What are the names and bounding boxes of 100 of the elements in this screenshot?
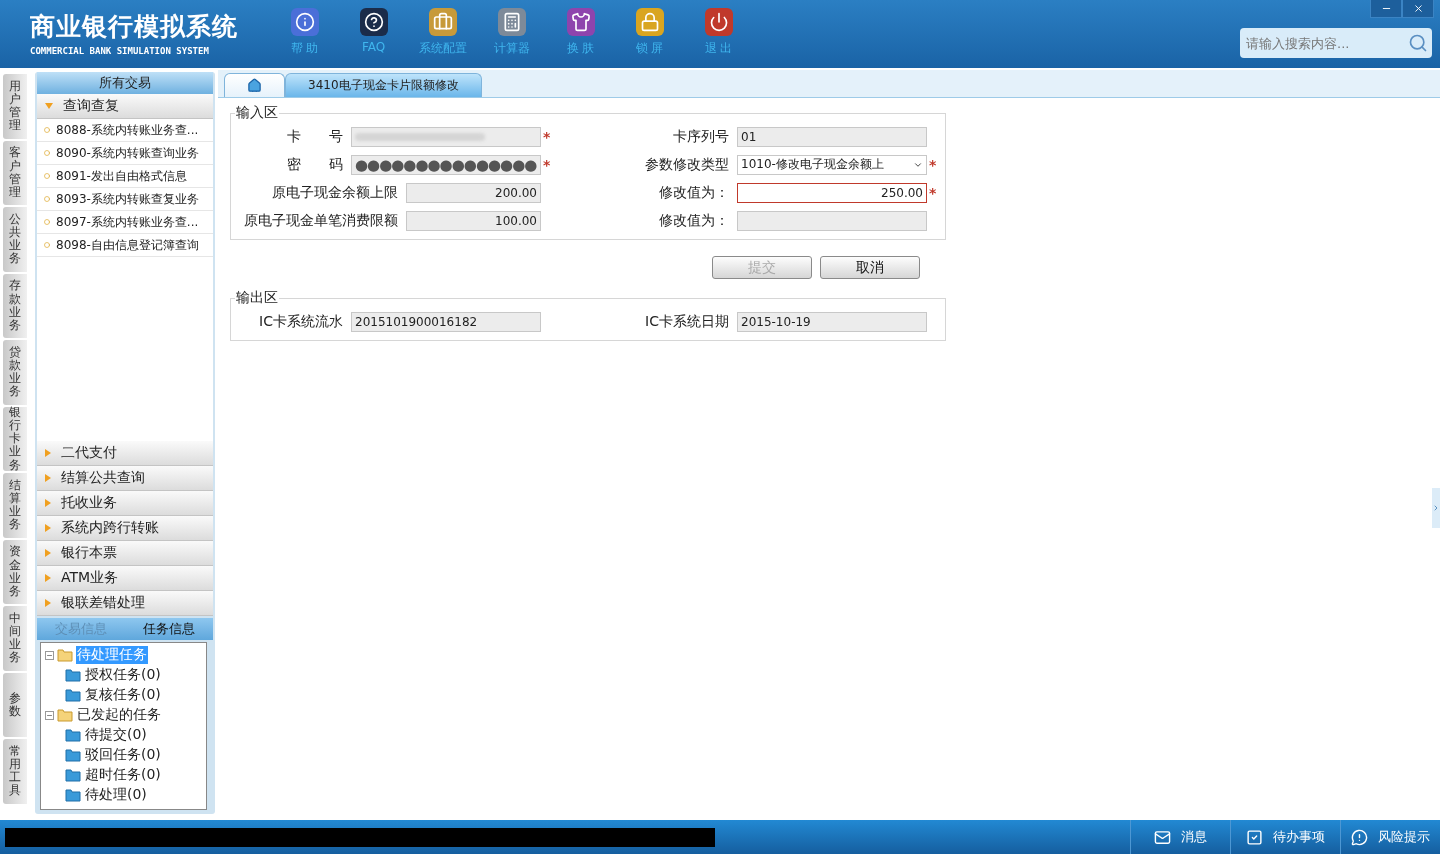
field-value: 2015-10-19 — [741, 314, 811, 329]
tree-item[interactable]: 待提交(0) — [84, 726, 148, 744]
input-field[interactable] — [351, 126, 541, 147]
field-label: 修改值为： — [658, 183, 730, 202]
menu-group[interactable]: 二代支付 — [37, 441, 213, 466]
page-tab[interactable]: 3410电子现金卡片限额修改 — [285, 73, 482, 97]
side-tab[interactable]: 常用工具 — [3, 739, 27, 804]
folder-icon — [65, 768, 81, 782]
form-button[interactable]: 取消 — [820, 256, 920, 279]
bullet-icon — [44, 196, 50, 202]
folder-icon — [65, 688, 81, 702]
side-tab[interactable]: 中间业务 — [3, 606, 27, 671]
field-label: IC卡系统日期 — [644, 312, 730, 331]
tree-item[interactable]: 超时任务(0) — [84, 766, 162, 784]
side-tab[interactable]: 银行卡业务 — [3, 406, 27, 471]
menu-group[interactable]: 查询查复 — [37, 94, 213, 119]
menu-item[interactable]: 8091-发出自由格式信息 — [37, 165, 213, 188]
menu-item[interactable]: 8097-系统内转账业务查... — [37, 211, 213, 234]
tree-item[interactable]: 待处理(0) — [84, 786, 148, 804]
faq-icon[interactable] — [359, 8, 388, 36]
section-title: 输出区 — [235, 289, 279, 307]
bullet-icon — [44, 219, 50, 225]
tree-folder[interactable]: 已发起的任务 — [76, 706, 162, 724]
bullet-icon — [44, 150, 50, 156]
config-icon[interactable] — [428, 8, 457, 36]
calculator-icon[interactable] — [497, 8, 526, 36]
caret-icon — [45, 574, 51, 582]
side-tab[interactable]: 资金业务 — [3, 539, 27, 604]
caret-icon — [45, 524, 51, 532]
field-label: 卡序列号 — [672, 127, 730, 146]
app-subtitle: COMMERCIAL BANK SIMULATION SYSTEM — [30, 46, 210, 56]
menu-group[interactable]: 系统内跨行转账 — [37, 516, 213, 541]
exit-icon[interactable] — [704, 8, 733, 36]
side-tab[interactable]: 参数 — [3, 672, 27, 737]
menu-item[interactable]: 8093-系统内转账查复业务 — [37, 188, 213, 211]
field-value: 100.00 — [495, 213, 537, 228]
menu-group[interactable]: 银行本票 — [37, 541, 213, 566]
required-mark: * — [542, 156, 552, 173]
side-tab[interactable]: 贷款业务 — [3, 340, 27, 405]
skin-icon[interactable] — [566, 8, 595, 36]
bullet-icon — [44, 173, 50, 179]
menu-item[interactable]: 8090-系统内转账查询业务 — [37, 142, 213, 165]
expand-handle[interactable] — [1432, 488, 1440, 528]
folder-icon — [57, 648, 73, 662]
folder-icon — [57, 708, 73, 722]
input-field[interactable]: 250.00 — [737, 182, 927, 203]
menu-group[interactable]: 托收业务 — [37, 491, 213, 516]
input-field[interactable]: 01 — [737, 126, 927, 147]
field-label: 卡 号 — [286, 127, 344, 146]
field-label: 参数修改类型 — [644, 155, 730, 174]
search-input[interactable]: 请输入搜索内容... — [1244, 34, 1408, 52]
menu-group[interactable]: 银联差错处理 — [37, 591, 213, 616]
tree-item[interactable]: 复核任务(0) — [84, 686, 162, 704]
home-tab[interactable] — [224, 73, 285, 97]
close-icon — [1412, 3, 1424, 14]
help-icon[interactable] — [290, 8, 319, 36]
side-tab[interactable]: 结算业务 — [3, 473, 27, 538]
message-icon — [1154, 828, 1171, 846]
input-field[interactable]: 200.00 — [406, 182, 541, 203]
field-value: 2015101900016182 — [355, 314, 478, 329]
field-value: 250.00 — [881, 185, 923, 200]
required-mark: * — [928, 184, 938, 201]
caret-icon — [45, 103, 53, 109]
collapse-icon[interactable] — [45, 650, 54, 660]
panel-tab[interactable]: 任务信息 — [125, 618, 213, 640]
caret-icon — [45, 499, 51, 507]
home-icon — [247, 78, 262, 93]
side-tab[interactable]: 客户管理 — [3, 140, 27, 205]
side-tab[interactable]: 公共业务 — [3, 207, 27, 272]
collapse-icon[interactable] — [45, 710, 54, 720]
side-tab[interactable]: 用户管理 — [3, 74, 27, 139]
field-label: 密 码 — [286, 155, 344, 174]
tree-item[interactable]: 授权任务(0) — [84, 666, 162, 684]
select-value: 1010-修改电子现金余额上 — [741, 156, 885, 173]
todo-icon — [1246, 828, 1263, 846]
field-label: 原电子现金余额上限 — [271, 183, 399, 202]
folder-icon — [65, 788, 81, 802]
caret-icon — [45, 474, 51, 482]
app-title: 商业银行模拟系统 — [30, 11, 239, 43]
section-title: 输入区 — [235, 104, 279, 122]
bullet-icon — [44, 127, 50, 133]
lock-icon[interactable] — [635, 8, 664, 36]
dropdown-field[interactable]: 1010-修改电子现金余额上 — [737, 154, 927, 175]
menu-item[interactable]: 8098-自由信息登记簿查询 — [37, 234, 213, 257]
input-field[interactable] — [737, 210, 927, 231]
field-label: IC卡系统流水 — [258, 312, 344, 331]
search-field[interactable]: 请输入搜索内容... — [1240, 28, 1432, 58]
menu-group[interactable]: ATM业务 — [37, 566, 213, 591]
side-tab[interactable]: 存款业务 — [3, 273, 27, 338]
tree-item[interactable]: 驳回任务(0) — [84, 746, 162, 764]
bullet-icon — [44, 242, 50, 248]
menu-item[interactable]: 8088-系统内转账业务查... — [37, 119, 213, 142]
field-label: 修改值为： — [658, 211, 730, 230]
risk-icon — [1351, 828, 1368, 846]
field-label: 原电子现金单笔消费限额 — [243, 211, 399, 230]
menu-group[interactable]: 结算公共查询 — [37, 466, 213, 491]
close-button[interactable] — [1402, 0, 1434, 18]
input-field[interactable]: 100.00 — [406, 210, 541, 231]
search-icon[interactable] — [1408, 33, 1428, 53]
folder-icon — [65, 748, 81, 762]
